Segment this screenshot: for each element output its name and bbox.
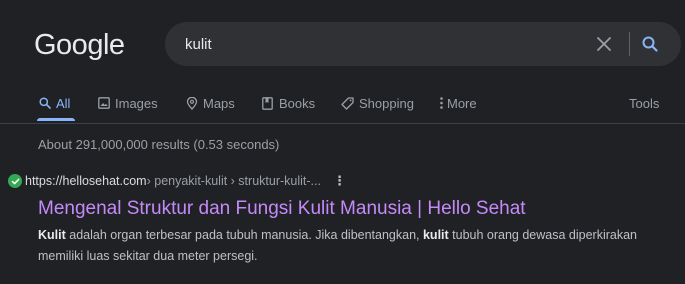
result-breadcrumb-path: › penyakit-kulit › struktur-kulit-... [146,174,321,188]
verified-check-icon [8,174,22,188]
tag-icon [341,96,354,110]
more-vert-icon [439,97,443,110]
result-site-url: https://hellosehat.com [25,174,147,188]
search-icon [38,97,51,110]
tabs-divider [0,123,685,124]
search-box[interactable] [165,22,681,66]
search-result: https://hellosehat.com › penyakit-kulit … [8,172,678,267]
tab-label: More [447,95,477,111]
result-snippet: Kulit adalah organ terbesar pada tubuh m… [38,225,658,267]
active-tab-indicator [37,118,75,121]
search-button[interactable] [639,33,661,55]
tools-label: Tools [629,95,660,111]
tab-label: Books [279,95,316,111]
tab-label: Images [115,95,158,111]
search-icon [642,36,658,52]
result-title-link[interactable]: Mengenal Struktur dan Fungsi Kulit Manus… [38,197,678,221]
snippet-text: adalah organ terbesar pada tubuh manusia… [65,228,423,242]
result-citation[interactable]: https://hellosehat.com › penyakit-kulit … [8,172,678,190]
result-options-button[interactable]: ⋮ [333,173,347,189]
map-pin-icon [185,96,198,110]
tab-label: All [56,95,71,111]
tab-more[interactable]: More [439,88,477,118]
snippet-highlight: Kulit [38,228,66,242]
book-icon [261,96,274,110]
image-icon [97,97,110,110]
tab-label: Maps [203,95,235,111]
google-logo[interactable]: Google [34,27,125,63]
snippet-highlight: kulit [422,228,449,242]
clear-search-button[interactable] [593,33,615,55]
tab-label: Shopping [359,95,414,111]
search-divider [629,32,630,56]
tab-all[interactable]: All [38,88,70,118]
tab-images[interactable]: Images [97,88,158,118]
tab-books[interactable]: Books [261,88,315,118]
result-stats: About 291,000,000 results (0.53 seconds) [38,137,280,152]
close-icon [597,37,611,51]
search-tabs: All Images Maps Books Shopping More Tool… [0,88,685,124]
tab-shopping[interactable]: Shopping [341,88,414,118]
tools-button[interactable]: Tools [629,88,659,118]
tab-maps[interactable]: Maps [185,88,235,118]
search-input[interactable] [185,22,565,66]
search-results-page: Google All [0,0,685,284]
